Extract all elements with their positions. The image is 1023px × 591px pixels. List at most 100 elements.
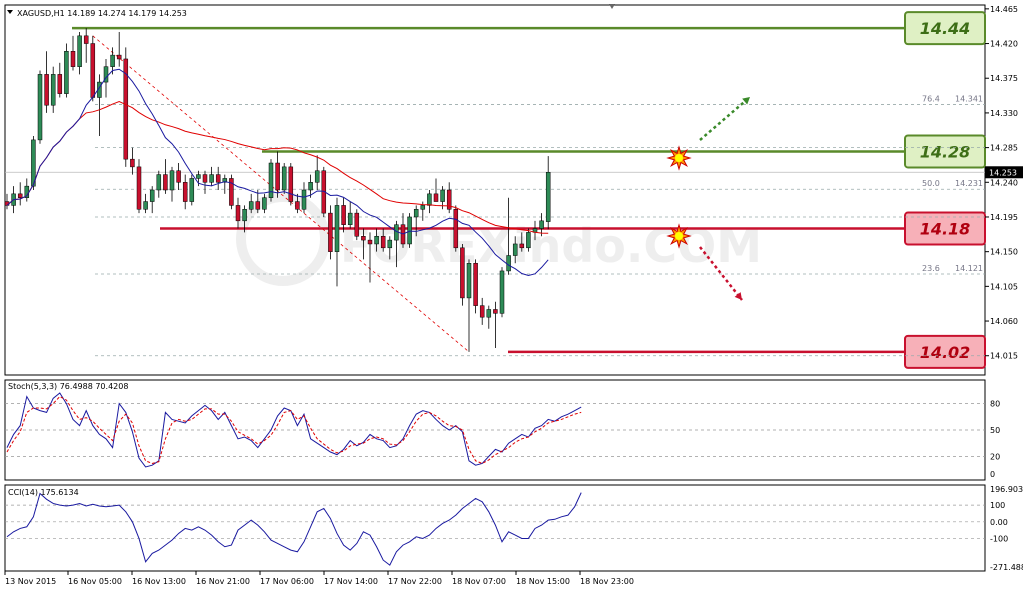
fib-price-label: 14.231 [955,179,983,188]
current-price-label: 14.253 [989,168,1017,177]
fib-price-label: 14.341 [955,94,983,103]
candle-body [156,174,162,191]
candle-body [215,174,221,183]
candle-body [519,243,525,249]
candle-body [539,220,544,229]
candle-body [163,174,168,191]
cci-tick-label: -271.488 [990,563,1023,572]
chart-background [0,0,1023,591]
candle-body [420,205,426,210]
x-tick-label: 17 Nov 14:00 [324,577,378,586]
candle-body [169,170,175,191]
stoch-title: Stoch(5,3,3) 76.4988 70.4208 [8,382,128,391]
candle-body [545,172,551,222]
candle-body [176,170,181,183]
breakout-burst-icon-core [675,154,683,162]
candle-body [427,193,432,206]
fib-ratio-label: 50.0 [922,179,940,188]
price-tick-label: 14.060 [990,317,1018,326]
candle-body [460,247,465,299]
candle-body [526,232,531,249]
candle-body [235,205,241,222]
price-tick-label: 14.330 [990,109,1018,118]
candle-body [50,74,56,106]
candle-body [354,212,360,237]
candle-body [314,170,320,183]
x-tick-label: 17 Nov 06:00 [260,577,314,586]
fib-ratio-label: 76.4 [922,94,940,103]
x-tick-label: 18 Nov 15:00 [516,577,570,586]
candle-body [328,212,333,252]
stoch-tick-label: 0 [990,470,995,479]
candle-body [334,205,340,252]
candle-body [367,239,373,245]
candle-body [31,139,36,187]
fib-price-label: 14.121 [955,264,983,273]
candle-body [486,309,492,318]
price-tick-label: 14.240 [990,178,1018,187]
candle-body [202,174,208,183]
candle-body [499,270,505,314]
cci-tick-label: 196.903 [990,485,1023,494]
price-tick-label: 14.150 [990,248,1018,257]
candle-body [361,236,366,241]
cci-title: CCI(14) 175.6134 [8,488,79,497]
x-tick-label: 16 Nov 05:00 [68,577,122,586]
candle-body [301,189,307,210]
candle-body [262,197,267,210]
level-label-14.18: 14.18 [920,220,971,239]
cci-tick-label: 100 [990,501,1005,510]
candle-body [116,54,122,60]
price-tick-label: 14.195 [990,213,1018,222]
cci-tick-label: 0.00 [990,518,1008,527]
level-label-14.44: 14.44 [920,19,971,38]
candle-body [433,193,439,202]
candle-body [288,166,294,202]
x-tick-label: 17 Nov 22:00 [388,577,442,586]
candle-body [64,51,69,94]
price-tick-label: 14.375 [990,74,1018,83]
candle-body [70,51,76,67]
candle-body [413,209,419,218]
candle-body [209,174,214,183]
price-tick-label: 14.465 [990,5,1018,14]
candle-body [255,201,261,210]
candle-body [44,74,49,106]
candle-body [130,158,135,168]
candle-body [308,182,313,191]
candle-body [83,35,89,44]
stoch-tick-label: 50 [990,426,1000,435]
candle-body [149,189,155,202]
stoch-tick-label: 80 [990,400,1000,409]
candle-body [295,201,300,210]
price-tick-label: 14.015 [990,352,1018,361]
candle-body [77,35,82,67]
candle-body [57,74,63,94]
candle-body [512,243,518,256]
candle-body [387,239,393,249]
level-label-14.02: 14.02 [920,343,971,362]
trading-chart[interactable]: FOREXindo.COM 14.4414.2814.1814.02 76.4 1… [0,0,1023,591]
candle-body [341,205,346,225]
candle-body [275,162,280,191]
breakdown-burst-icon-core [675,232,683,240]
price-tick-label: 14.420 [990,40,1018,49]
candle-body [182,182,188,202]
cci-tick-label: -100 [990,534,1008,543]
stoch-tick-label: 20 [990,452,1000,461]
symbol-header: XAGUSD,H1 14.189 14.274 14.179 14.253 [17,9,187,18]
candle-body [473,262,478,306]
x-tick-label: 16 Nov 13:00 [132,577,186,586]
candle-body [479,305,485,318]
candle-body [380,236,386,249]
level-label-14.28: 14.28 [920,142,971,161]
x-tick-label: 18 Nov 23:00 [580,577,634,586]
x-tick-label: 18 Nov 07:00 [452,577,506,586]
candle-body [407,216,412,245]
candle-body [143,201,148,210]
candle-body [347,212,353,225]
candle-body [110,54,115,67]
candle-body [90,43,96,98]
candle-body [281,166,287,191]
candle-body [17,193,23,198]
